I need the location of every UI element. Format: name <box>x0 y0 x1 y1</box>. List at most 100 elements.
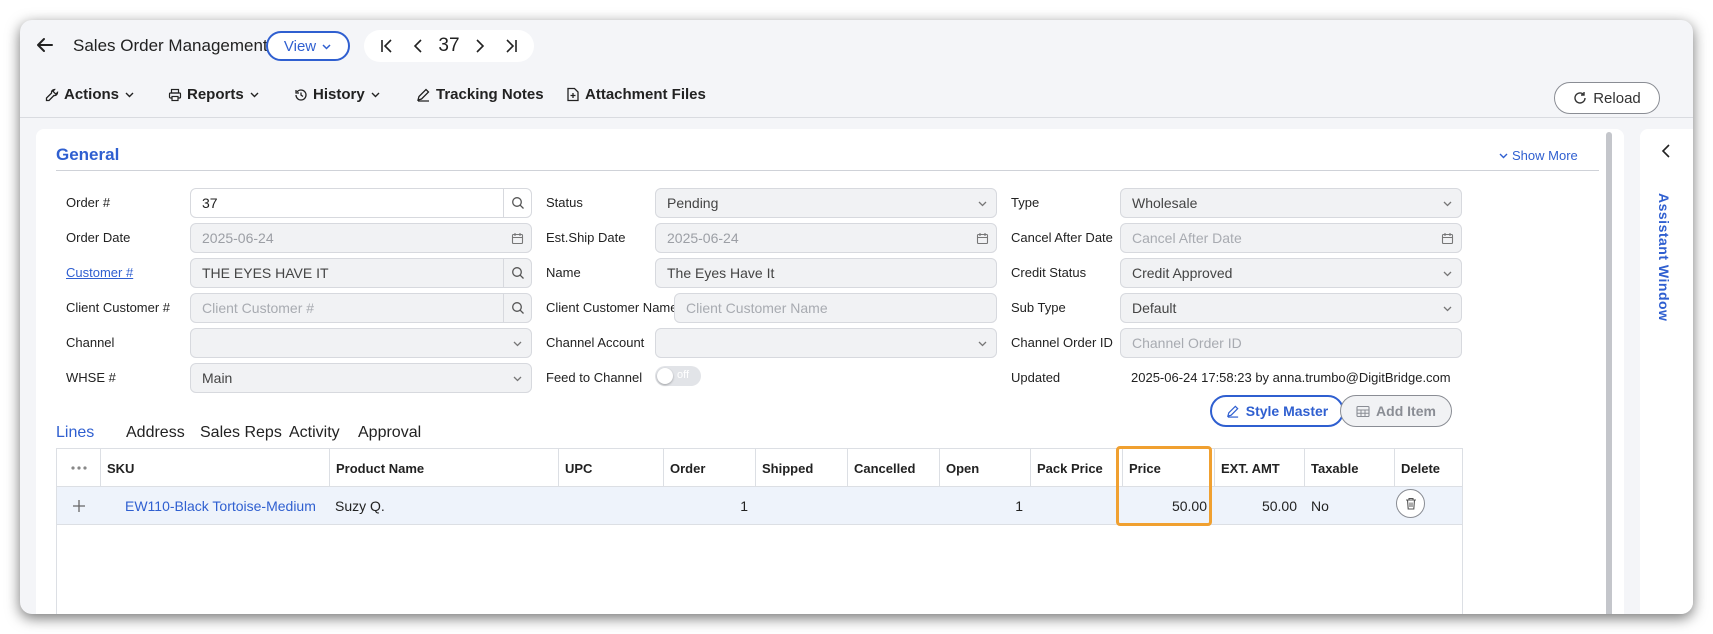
cancel-after-date-field[interactable]: Cancel After Date <box>1120 223 1462 253</box>
delete-row-button[interactable] <box>1396 489 1425 518</box>
actions-menu[interactable]: Actions <box>45 86 135 103</box>
column-header-delete[interactable]: Delete <box>1395 449 1464 487</box>
search-icon[interactable] <box>503 189 531 217</box>
pencil-icon <box>1226 404 1240 418</box>
order-number-field[interactable]: 37 <box>190 188 532 218</box>
channel-order-id-placeholder: Channel Order ID <box>1132 335 1242 351</box>
reload-button[interactable]: Reload <box>1554 82 1660 114</box>
next-record-icon[interactable] <box>470 36 490 56</box>
tab-lines[interactable]: Lines <box>56 424 94 442</box>
customer-number-link[interactable]: Customer # <box>66 265 133 280</box>
client-customer-number-placeholder: Client Customer # <box>202 300 315 316</box>
order-date-label: Order Date <box>66 230 131 245</box>
type-select[interactable]: Wholesale <box>1120 188 1462 218</box>
pencil-icon <box>416 87 431 102</box>
printer-icon <box>168 88 182 102</box>
add-item-button[interactable]: Add Item <box>1340 395 1452 427</box>
price-cell[interactable]: 50.00 <box>1123 487 1215 525</box>
credit-status-value: Credit Approved <box>1132 265 1233 281</box>
history-label: History <box>313 86 365 103</box>
whse-select[interactable]: Main <box>190 363 532 393</box>
channel-order-id-label: Channel Order ID <box>1011 335 1113 350</box>
reports-menu[interactable]: Reports <box>168 86 260 103</box>
column-header-order[interactable]: Order <box>664 449 756 487</box>
attachment-files-button[interactable]: Attachment Files <box>566 86 706 103</box>
product-name-cell: Suzy Q. <box>335 498 385 514</box>
show-more-link[interactable]: Show More <box>1498 148 1578 163</box>
chevron-down-icon <box>249 89 260 100</box>
column-header-pack-price[interactable]: Pack Price <box>1031 449 1123 487</box>
back-arrow-icon[interactable] <box>36 36 54 54</box>
client-customer-number-field[interactable]: Client Customer # <box>190 293 532 323</box>
calendar-icon[interactable] <box>503 224 531 252</box>
cancelled-qty-cell <box>848 487 940 525</box>
column-options-icon[interactable] <box>57 449 101 487</box>
history-menu[interactable]: History <box>294 86 381 103</box>
scrollbar[interactable] <box>1606 132 1612 614</box>
column-header-upc[interactable]: UPC <box>559 449 664 487</box>
actions-label: Actions <box>64 86 120 103</box>
credit-status-label: Credit Status <box>1011 265 1087 280</box>
first-record-icon[interactable] <box>377 36 397 56</box>
chevron-left-icon[interactable] <box>1658 143 1674 159</box>
search-icon[interactable] <box>503 294 531 322</box>
assistant-window-label[interactable]: Assistant Window <box>1656 193 1672 321</box>
name-field[interactable]: The Eyes Have It <box>655 258 997 288</box>
style-master-button[interactable]: Style Master <box>1210 395 1344 427</box>
customer-number-field[interactable]: THE EYES HAVE IT <box>190 258 532 288</box>
sub-type-label: Sub Type <box>1011 300 1066 315</box>
upc-cell <box>559 487 664 525</box>
updated-label: Updated <box>1011 370 1061 385</box>
order-date-field[interactable]: 2025-06-24 <box>190 223 532 253</box>
updated-value: 2025-06-24 17:58:23 by anna.trumbo@Digit… <box>1131 370 1451 385</box>
previous-record-icon[interactable] <box>408 36 428 56</box>
channel-account-label: Channel Account <box>546 335 645 350</box>
column-header-product-name[interactable]: Product Name <box>330 449 559 487</box>
est-ship-date-field[interactable]: 2025-06-24 <box>655 223 997 253</box>
taxable-cell: No <box>1311 498 1329 514</box>
wrench-icon <box>45 88 59 102</box>
tracking-notes-button[interactable]: Tracking Notes <box>416 86 544 103</box>
status-select[interactable]: Pending <box>655 188 997 218</box>
table-row[interactable]: EW110-Black Tortoise-Medium Suzy Q. 1 1 … <box>57 487 1462 525</box>
feed-to-channel-toggle[interactable]: off <box>655 366 701 386</box>
order-qty-cell: 1 <box>740 498 748 514</box>
tab-address[interactable]: Address <box>126 424 185 442</box>
calendar-icon[interactable] <box>968 224 996 252</box>
section-divider <box>56 170 1599 171</box>
last-record-icon[interactable] <box>501 36 521 56</box>
column-header-ext-amt[interactable]: EXT. AMT <box>1215 449 1305 487</box>
column-header-open[interactable]: Open <box>940 449 1031 487</box>
est-ship-date-label: Est.Ship Date <box>546 230 626 245</box>
channel-order-id-field[interactable]: Channel Order ID <box>1120 328 1462 358</box>
calendar-icon[interactable] <box>1433 224 1461 252</box>
client-customer-number-label: Client Customer # <box>66 300 171 315</box>
view-button-label: View <box>283 37 317 55</box>
column-header-taxable[interactable]: Taxable <box>1305 449 1395 487</box>
search-icon[interactable] <box>503 259 531 287</box>
status-value: Pending <box>667 195 719 211</box>
chevron-down-icon <box>1433 189 1461 217</box>
channel-select[interactable] <box>190 328 532 358</box>
channel-account-select[interactable] <box>655 328 997 358</box>
tab-approval[interactable]: Approval <box>358 424 421 442</box>
history-icon <box>294 88 308 102</box>
refresh-icon <box>1573 91 1587 105</box>
column-header-cancelled[interactable]: Cancelled <box>848 449 940 487</box>
view-button[interactable]: View <box>266 31 350 61</box>
tab-activity[interactable]: Activity <box>289 424 340 442</box>
expand-row-icon[interactable] <box>57 487 101 525</box>
column-header-price[interactable]: Price <box>1123 449 1215 487</box>
reload-label: Reload <box>1593 89 1641 107</box>
sku-link[interactable]: EW110-Black Tortoise-Medium <box>125 487 330 525</box>
sub-type-select[interactable]: Default <box>1120 293 1462 323</box>
name-value: The Eyes Have It <box>667 265 775 281</box>
whse-label: WHSE # <box>66 370 116 385</box>
client-customer-name-field[interactable]: Client Customer Name <box>674 293 997 323</box>
column-header-sku[interactable]: SKU <box>101 449 330 487</box>
credit-status-select[interactable]: Credit Approved <box>1120 258 1462 288</box>
column-header-shipped[interactable]: Shipped <box>756 449 848 487</box>
tab-sales-reps[interactable]: Sales Reps <box>200 424 282 442</box>
chevron-down-icon <box>968 189 996 217</box>
toolbar: Actions Reports History Tracking Notes A… <box>20 76 1693 118</box>
